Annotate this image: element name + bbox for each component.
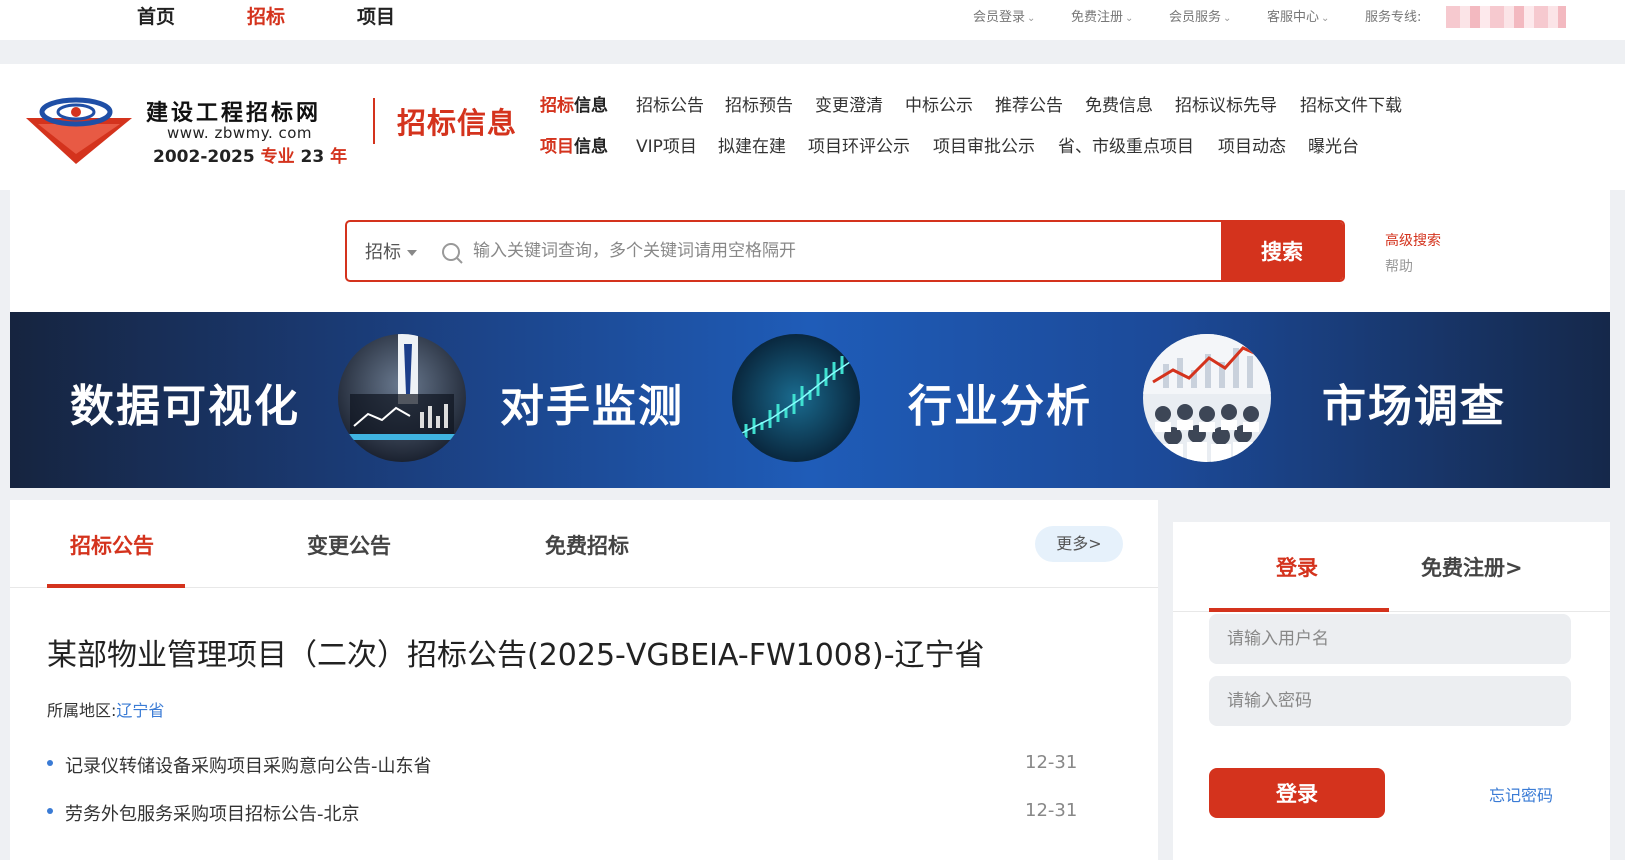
search-area: 招标 搜索 高级搜索 帮助 — [10, 190, 1610, 312]
logo-years-nian: 年 — [330, 147, 348, 167]
active-tab-indicator — [47, 584, 185, 588]
menu-approval-notice[interactable]: 项目审批公示 — [933, 132, 1035, 157]
login-tabs: 登录 免费注册> — [1173, 522, 1610, 612]
menu-change-clarify[interactable]: 变更澄清 — [815, 91, 883, 116]
free-register-label: 免费注册 — [1071, 10, 1124, 25]
forgot-password-link[interactable]: 忘记密码 — [1489, 782, 1553, 806]
customer-center-label: 客服中心 — [1267, 10, 1320, 25]
chevron-down-icon: ⌄ — [1125, 13, 1134, 24]
banner-stock-chart-image — [732, 334, 860, 462]
search-type-label: 招标 — [365, 242, 401, 263]
list-item-date: 12-31 — [1025, 752, 1078, 773]
nav-projects[interactable]: 项目 — [357, 2, 395, 29]
article-region: 所属地区:辽宁省 — [47, 697, 164, 721]
promo-banner[interactable]: 数据可视化 对手监测 行业分析 市场调查 — [10, 312, 1610, 488]
menu-bid-guide[interactable]: 招标议标先导 — [1175, 91, 1277, 116]
menu-bid-announcement[interactable]: 招标公告 — [636, 91, 704, 116]
nav-home[interactable]: 首页 — [137, 2, 175, 29]
member-login-label: 会员登录 — [973, 10, 1026, 25]
menu-bid-docs[interactable]: 招标文件下载 — [1300, 91, 1402, 116]
menu-free-info[interactable]: 免费信息 — [1085, 91, 1153, 116]
logo-years-count: 23 — [300, 147, 325, 167]
list-item-date: 12-31 — [1025, 800, 1078, 821]
section-title: 招标信息 — [397, 106, 518, 140]
username-input[interactable] — [1209, 614, 1571, 664]
service-hotline-label: 服务专线: — [1365, 10, 1422, 25]
member-service-link[interactable]: 会员服务 ⌄ — [1169, 6, 1231, 25]
menu-head-project-rest: 信息 — [574, 137, 608, 157]
header-divider — [373, 98, 375, 144]
bullet-icon — [47, 760, 53, 766]
menu-head-project[interactable]: 项目信息 — [540, 132, 608, 157]
search-box: 招标 搜索 — [345, 220, 1345, 282]
announcement-tabs: 招标公告 变更公告 免费招标 更多> — [10, 500, 1158, 588]
logo-years-prefix: 2002-2025 — [153, 147, 255, 167]
banner-market-research-image — [1143, 334, 1271, 462]
search-icon — [442, 243, 463, 264]
login-tab-indicator — [1209, 608, 1389, 612]
banner-data-visualization: 数据可视化 — [70, 381, 300, 432]
site-logo-icon[interactable] — [26, 94, 132, 164]
menu-vip-project[interactable]: VIP项目 — [636, 132, 697, 157]
menu-award-notice[interactable]: 中标公示 — [905, 91, 973, 116]
banner-competitor-monitoring: 对手监测 — [500, 381, 684, 432]
site-header: 建设工程招标网 www. zbwmy. com 2002-2025 专业 23 … — [0, 64, 1625, 190]
tab-bid-announcements[interactable]: 招标公告 — [70, 530, 154, 560]
chevron-down-icon: ⌄ — [1027, 13, 1036, 24]
search-type-select[interactable]: 招标 — [365, 238, 417, 264]
search-button[interactable]: 搜索 — [1221, 222, 1343, 280]
top-bar: 首页 招标 项目 会员登录 ⌄ 免费注册 ⌄ 会员服务 ⌄ 客服中心 ⌄ 服务专线: — [0, 0, 1625, 40]
featured-article-title[interactable]: 某部物业管理项目（二次）招标公告(2025-VGBEIA-FW1008)-辽宁省 — [47, 630, 985, 674]
banner-industry-analysis: 行业分析 — [908, 381, 1092, 432]
menu-bid-preview[interactable]: 招标预告 — [725, 91, 793, 116]
menu-eia-notice[interactable]: 项目环评公示 — [808, 132, 910, 157]
region-label: 所属地区: — [47, 701, 117, 720]
banner-dashboard-image — [338, 334, 466, 462]
chevron-down-icon: ⌄ — [1321, 13, 1330, 24]
free-register-link[interactable]: 免费注册 ⌄ — [1071, 6, 1133, 25]
advanced-search-link[interactable]: 高级搜索 — [1385, 230, 1441, 250]
search-input[interactable] — [473, 232, 1053, 270]
list-item-title[interactable]: 劳务外包服务采购项目招标公告-北京 — [65, 800, 360, 826]
menu-exposure[interactable]: 曝光台 — [1308, 132, 1359, 157]
member-service-label: 会员服务 — [1169, 10, 1222, 25]
login-panel: 登录 免费注册> 登录 忘记密码 — [1173, 522, 1610, 860]
logo-years-red: 专业 — [260, 147, 295, 167]
nav-bidding[interactable]: 招标 — [247, 2, 285, 29]
menu-head-project-red: 项目 — [540, 137, 574, 157]
logo-title: 建设工程招标网 — [146, 101, 322, 126]
menu-head-bidding-red: 招标 — [540, 96, 574, 116]
menu-planned-projects[interactable]: 拟建在建 — [718, 132, 786, 157]
list-item-title[interactable]: 记录仪转储设备采购项目采购意向公告-山东省 — [65, 752, 432, 778]
banner-market-survey: 市场调查 — [1322, 381, 1506, 432]
menu-project-news[interactable]: 项目动态 — [1218, 132, 1286, 157]
tab-change-announcements[interactable]: 变更公告 — [307, 530, 391, 560]
tab-login[interactable]: 登录 — [1276, 552, 1318, 582]
password-input[interactable] — [1209, 676, 1571, 726]
caret-down-icon — [407, 250, 417, 256]
menu-key-projects[interactable]: 省、市级重点项目 — [1058, 132, 1194, 157]
login-button[interactable]: 登录 — [1209, 768, 1385, 818]
customer-center-link[interactable]: 客服中心 ⌄ — [1267, 6, 1329, 25]
logo-url: www. zbwmy. com — [167, 124, 313, 142]
logo-years: 2002-2025 专业 23 年 — [153, 142, 347, 167]
menu-head-bidding-rest: 信息 — [574, 96, 608, 116]
announcements-panel: 招标公告 变更公告 免费招标 更多> 某部物业管理项目（二次）招标公告(2025… — [10, 500, 1158, 860]
menu-recommended[interactable]: 推荐公告 — [995, 91, 1063, 116]
member-login-link[interactable]: 会员登录 ⌄ — [973, 6, 1035, 25]
redacted-phone — [1446, 6, 1566, 28]
more-button[interactable]: 更多> — [1035, 526, 1123, 562]
tab-register[interactable]: 免费注册> — [1421, 552, 1523, 582]
tab-free-bidding[interactable]: 免费招标 — [545, 530, 629, 560]
region-link[interactable]: 辽宁省 — [116, 701, 164, 720]
chevron-down-icon: ⌄ — [1223, 13, 1232, 24]
help-link[interactable]: 帮助 — [1385, 256, 1413, 276]
menu-head-bidding[interactable]: 招标信息 — [540, 91, 608, 116]
bullet-icon — [47, 808, 53, 814]
